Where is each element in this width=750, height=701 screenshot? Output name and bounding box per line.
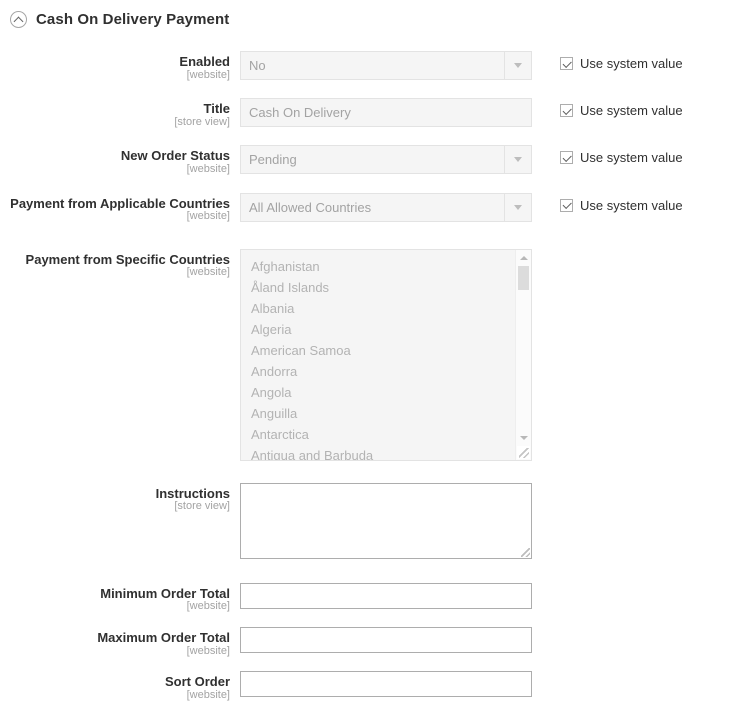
field-label-payment-applicable-countries: Payment from Applicable Countries [websi… <box>0 193 240 223</box>
title-input[interactable]: Cash On Delivery <box>240 98 532 128</box>
field-label-enabled: Enabled [website] <box>0 51 240 81</box>
field-label-instructions: Instructions [store view] <box>0 483 240 513</box>
label-text: New Order Status <box>120 148 230 164</box>
list-item[interactable]: Andorra <box>251 361 514 382</box>
maximum-order-total-input[interactable] <box>240 626 532 653</box>
checkbox-checked-icon[interactable] <box>560 104 573 118</box>
payment-applicable-countries-select-value: All Allowed Countries <box>249 199 372 215</box>
scope-text: [store view] <box>174 115 230 128</box>
use-system-value-label: Use system value <box>580 103 683 119</box>
list-item[interactable]: Antarctica <box>251 424 514 445</box>
scroll-down-arrow-icon[interactable] <box>516 431 531 445</box>
field-control-payment-specific-countries: Afghanistan Åland Islands Albania Algeri… <box>240 248 532 461</box>
label-text: Minimum Order Total <box>100 585 230 601</box>
field-control-new-order-status: Pending Use system value <box>240 145 683 175</box>
chevron-down-icon <box>504 193 531 221</box>
payment-applicable-countries-select[interactable]: All Allowed Countries <box>240 192 532 222</box>
field-label-new-order-status: New Order Status [website] <box>0 145 240 175</box>
label-text: Payment from Applicable Countries <box>10 195 230 211</box>
scope-text: [website] <box>186 68 230 81</box>
list-item[interactable]: American Samoa <box>251 340 514 361</box>
field-row-payment-specific-countries: Payment from Specific Countries [website… <box>0 248 750 461</box>
chevron-down-icon <box>504 146 531 174</box>
payment-specific-countries-multiselect[interactable]: Afghanistan Åland Islands Albania Algeri… <box>240 248 532 461</box>
instructions-textarea-wrapper <box>240 482 532 559</box>
chevron-up-circle-icon[interactable] <box>10 10 27 28</box>
scope-text: [website] <box>186 688 230 701</box>
page-title: Cash On Delivery Payment <box>36 10 230 28</box>
field-row-sort-order: Sort Order [website] <box>0 671 750 701</box>
use-system-value-enabled[interactable]: Use system value <box>560 51 683 71</box>
field-control-instructions <box>240 482 532 559</box>
instructions-textarea[interactable] <box>240 482 532 559</box>
scope-text: [website] <box>186 163 230 176</box>
scope-text: [website] <box>186 600 230 613</box>
new-order-status-select[interactable]: Pending <box>240 145 532 175</box>
list-item[interactable]: Antigua and Barbuda <box>251 445 514 460</box>
field-control-minimum-order-total <box>240 582 532 609</box>
list-item[interactable]: Åland Islands <box>251 277 514 298</box>
checkbox-checked-icon[interactable] <box>560 198 573 212</box>
field-control-maximum-order-total <box>240 626 532 653</box>
use-system-value-label: Use system value <box>580 56 683 71</box>
list-item[interactable]: Afghanistan <box>251 256 514 277</box>
scope-text: [website] <box>186 210 230 223</box>
scope-text: [website] <box>186 644 230 657</box>
use-system-value-title[interactable]: Use system value <box>560 98 683 118</box>
field-control-payment-applicable-countries: All Allowed Countries Use system value <box>240 192 683 222</box>
field-row-minimum-order-total: Minimum Order Total [website] <box>0 582 750 613</box>
label-text: Title <box>203 101 231 117</box>
label-text: Maximum Order Total <box>97 629 230 645</box>
list-item[interactable]: Angola <box>251 382 514 403</box>
field-row-payment-applicable-countries: Payment from Applicable Countries [websi… <box>0 192 750 223</box>
label-text: Payment from Specific Countries <box>25 251 230 267</box>
scroll-up-arrow-icon[interactable] <box>516 251 531 265</box>
use-system-value-label: Use system value <box>580 197 683 213</box>
new-order-status-select-value: Pending <box>249 152 297 168</box>
use-system-value-payment-applicable-countries[interactable]: Use system value <box>560 193 683 213</box>
list-item[interactable]: Algeria <box>251 319 514 340</box>
list-item[interactable]: Albania <box>251 298 514 319</box>
field-label-minimum-order-total: Minimum Order Total [website] <box>0 583 240 613</box>
enabled-select-value: No <box>249 58 266 73</box>
settings-form: Enabled [website] No Use system value Ti… <box>0 51 750 701</box>
label-text: Sort Order <box>164 674 230 690</box>
chevron-down-icon <box>504 52 531 79</box>
field-row-enabled: Enabled [website] No Use system value <box>0 51 750 81</box>
checkbox-checked-icon[interactable] <box>560 151 573 165</box>
field-label-sort-order: Sort Order [website] <box>0 671 240 701</box>
scrollbar-thumb[interactable] <box>518 265 529 290</box>
title-input-value: Cash On Delivery <box>249 105 351 121</box>
field-control-sort-order <box>240 671 532 698</box>
field-row-instructions: Instructions [store view] <box>0 482 750 559</box>
enabled-select[interactable]: No <box>240 51 532 80</box>
scope-text: [website] <box>186 266 230 279</box>
minimum-order-total-input[interactable] <box>240 582 532 609</box>
sort-order-input[interactable] <box>240 671 532 698</box>
label-text: Instructions <box>155 485 230 501</box>
vertical-scrollbar[interactable] <box>515 249 531 460</box>
field-control-title: Cash On Delivery Use system value <box>240 98 683 128</box>
list-item[interactable]: Anguilla <box>251 403 514 424</box>
field-label-title: Title [store view] <box>0 98 240 128</box>
field-row-title: Title [store view] Cash On Delivery Use … <box>0 98 750 128</box>
use-system-value-label: Use system value <box>580 150 683 166</box>
section-header[interactable]: Cash On Delivery Payment <box>0 0 750 32</box>
field-label-payment-specific-countries: Payment from Specific Countries [website… <box>0 249 240 279</box>
field-row-maximum-order-total: Maximum Order Total [website] <box>0 626 750 657</box>
label-text: Enabled <box>179 54 230 69</box>
field-row-new-order-status: New Order Status [website] Pending Use s… <box>0 145 750 175</box>
checkbox-checked-icon[interactable] <box>560 57 573 70</box>
field-label-maximum-order-total: Maximum Order Total [website] <box>0 627 240 657</box>
scope-text: [store view] <box>174 500 230 513</box>
use-system-value-new-order-status[interactable]: Use system value <box>560 145 683 165</box>
country-option-list: Afghanistan Åland Islands Albania Algeri… <box>241 250 514 460</box>
field-control-enabled: No Use system value <box>240 51 683 80</box>
resize-handle-icon[interactable] <box>517 445 530 459</box>
